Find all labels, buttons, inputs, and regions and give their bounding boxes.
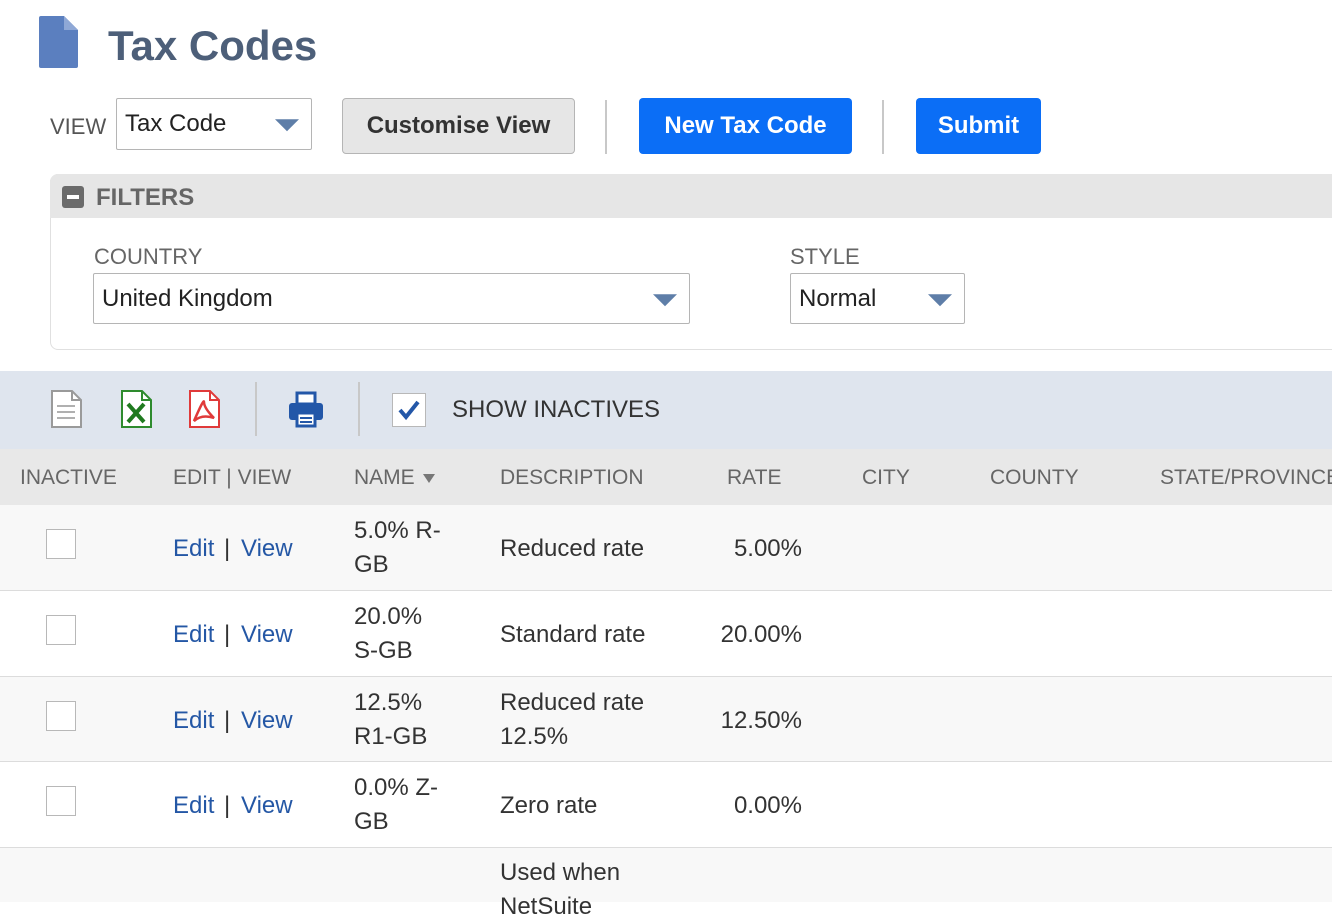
page-title: Tax Codes	[108, 22, 318, 69]
inactive-checkbox[interactable]	[46, 701, 76, 731]
collapse-icon[interactable]	[62, 186, 84, 208]
view-label: VIEW	[50, 114, 107, 139]
submit-button[interactable]: Submit	[916, 98, 1041, 154]
description-cell: Standard rate	[500, 621, 646, 648]
rate-cell: 12.50%	[720, 707, 802, 734]
edit-link[interactable]: Edit	[173, 704, 214, 738]
name-cell-line2: GB	[354, 551, 389, 578]
description-cell-line1: Reduced rate	[500, 689, 645, 716]
chevron-down-icon	[275, 119, 299, 132]
column-header-county[interactable]: COUNTY	[990, 466, 1079, 490]
edit-link[interactable]: Edit	[173, 532, 214, 566]
column-header-name-label: NAME	[354, 466, 415, 489]
name-cell-line1: 5.0% R-	[354, 517, 441, 544]
filters-header[interactable]	[50, 174, 1332, 218]
name-cell-line2: R1-GB	[354, 723, 428, 750]
description-cell: Zero rate	[500, 792, 598, 819]
link-separator: |	[224, 535, 231, 562]
rate-cell: 0.00%	[733, 792, 802, 819]
link-separator: |	[224, 792, 231, 819]
inactive-checkbox[interactable]	[46, 786, 76, 816]
description-cell-line2: NetSuite	[500, 893, 593, 920]
chevron-down-icon	[928, 293, 952, 306]
column-header-city[interactable]: CITY	[862, 466, 910, 490]
inactive-checkbox[interactable]	[46, 615, 76, 645]
toolbar-divider	[882, 100, 884, 154]
view-link[interactable]: View	[241, 532, 293, 566]
view-select-value: Tax Code	[125, 110, 227, 137]
edit-link[interactable]: Edit	[173, 789, 214, 823]
table-row	[0, 848, 1332, 902]
country-select[interactable]: United Kingdom	[93, 273, 690, 324]
column-header-inactive[interactable]: INACTIVE	[20, 466, 117, 490]
country-label: COUNTRY	[94, 244, 203, 269]
description-cell-line2: 12.5%	[500, 723, 569, 750]
export-csv-icon[interactable]	[46, 388, 86, 430]
description-cell: Reduced rate	[500, 535, 645, 562]
new-tax-code-button[interactable]: New Tax Code	[639, 98, 852, 154]
toolbar-divider	[358, 382, 360, 436]
export-pdf-icon[interactable]	[184, 388, 224, 430]
view-link[interactable]: View	[241, 618, 293, 652]
column-header-rate[interactable]: RATE	[727, 466, 781, 490]
column-header-edit-view[interactable]: EDIT | VIEW	[173, 466, 291, 490]
style-label: STYLE	[790, 244, 860, 269]
rate-cell: 5.00%	[733, 535, 802, 562]
show-inactives-checkbox[interactable]	[392, 393, 426, 427]
edit-link[interactable]: Edit	[173, 618, 214, 652]
document-icon	[39, 16, 78, 68]
column-header-description[interactable]: DESCRIPTION	[500, 466, 644, 490]
customise-view-button[interactable]: Customise View	[342, 98, 575, 154]
description-cell-line1: Used when	[500, 859, 621, 886]
style-select[interactable]: Normal	[790, 273, 965, 324]
rate-cell: 20.00%	[720, 621, 802, 648]
print-icon[interactable]	[286, 388, 326, 430]
column-header-state-province[interactable]: STATE/PROVINCE	[1160, 466, 1332, 490]
view-link[interactable]: View	[241, 789, 293, 823]
toolbar-divider	[255, 382, 257, 436]
country-select-value: United Kingdom	[102, 284, 273, 312]
name-cell-line1: 0.0% Z-	[354, 774, 439, 801]
toolbar-divider	[605, 100, 607, 154]
name-cell-line1: 20.0%	[354, 603, 423, 630]
show-inactives-label: SHOW INACTIVES	[452, 396, 661, 423]
style-select-value: Normal	[799, 284, 877, 312]
column-header-name[interactable]: NAME	[354, 466, 435, 490]
name-cell-line2: GB	[354, 808, 389, 835]
view-link[interactable]: View	[241, 704, 293, 738]
filters-title: FILTERS	[96, 184, 195, 211]
name-cell-line1: 12.5%	[354, 689, 423, 716]
sort-desc-icon	[422, 473, 435, 483]
inactive-checkbox[interactable]	[46, 529, 76, 559]
chevron-down-icon	[653, 293, 677, 306]
export-excel-icon[interactable]	[116, 388, 156, 430]
checkmark-icon	[398, 400, 420, 421]
link-separator: |	[224, 707, 231, 734]
name-cell-line2: S-GB	[354, 637, 413, 664]
link-separator: |	[224, 621, 231, 648]
view-select[interactable]: Tax Code	[116, 98, 312, 150]
